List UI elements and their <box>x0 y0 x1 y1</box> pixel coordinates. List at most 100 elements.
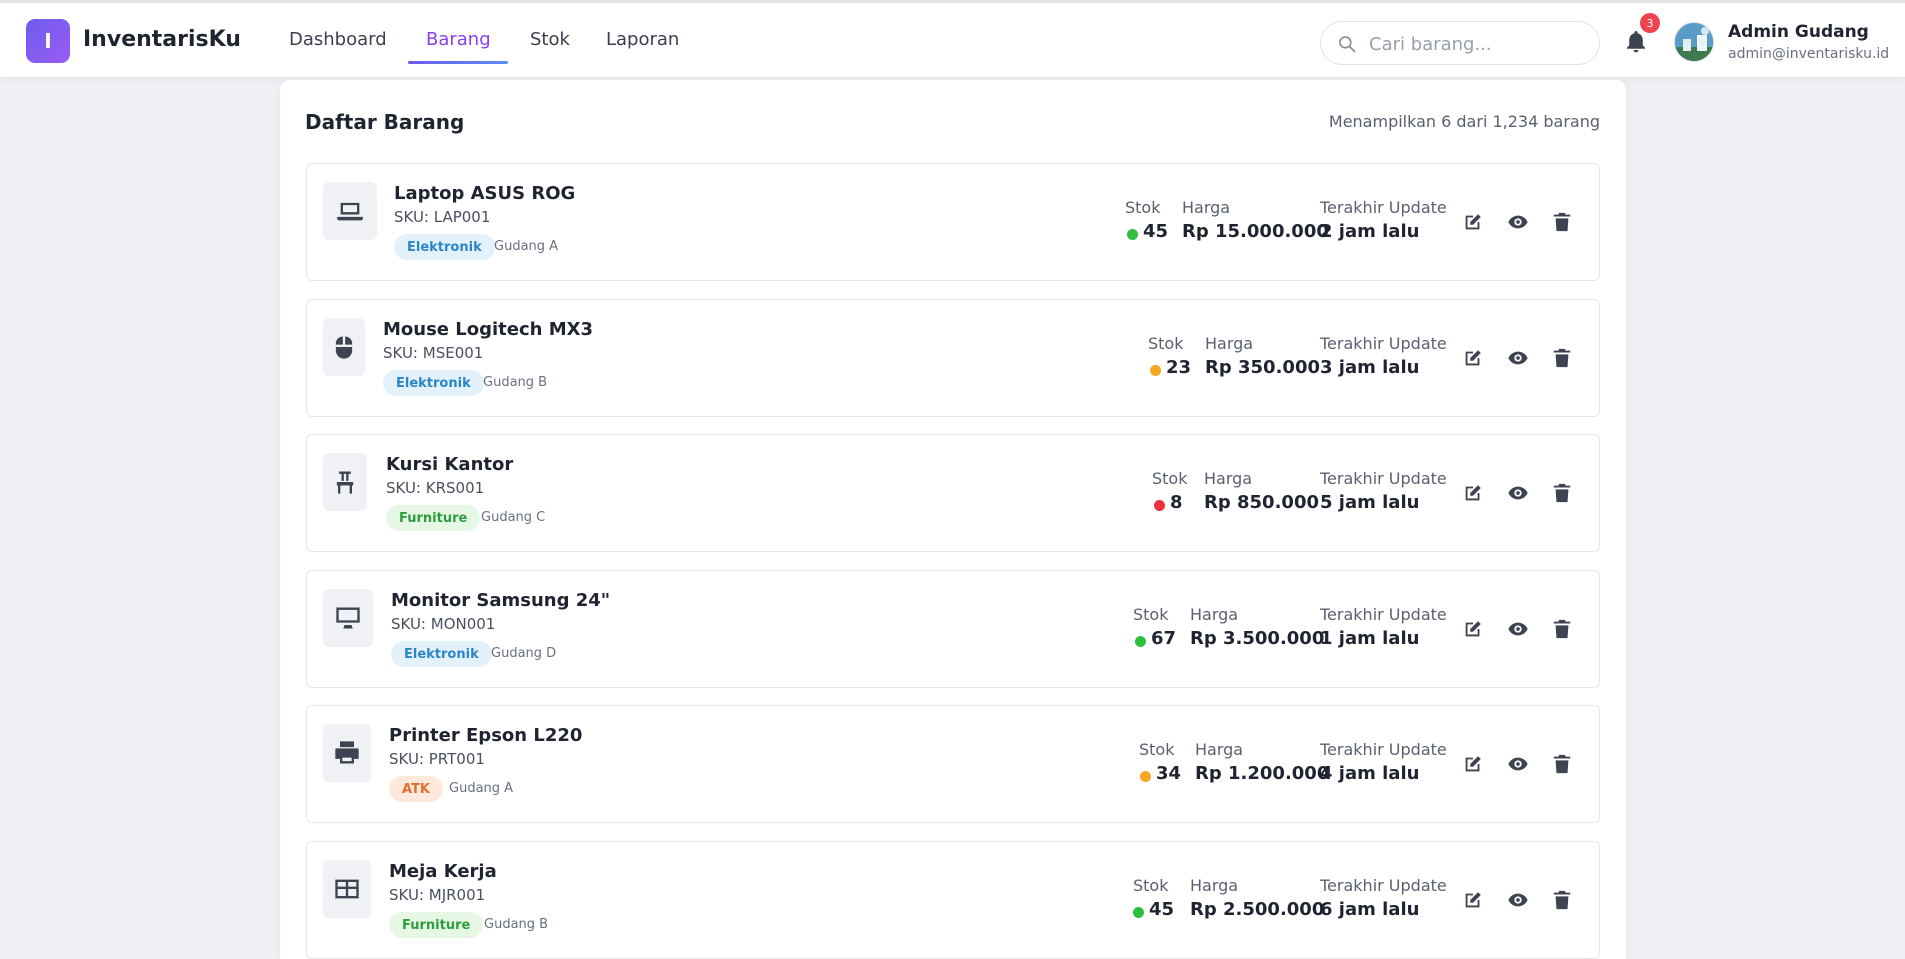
eye-icon <box>1508 622 1528 636</box>
bell-icon[interactable] <box>1624 29 1648 55</box>
edit-button[interactable] <box>1462 211 1484 233</box>
list-item[interactable]: Laptop ASUS ROG SKU: LAP001 Elektronik G… <box>306 163 1600 281</box>
price-label: Harga <box>1204 469 1253 488</box>
list-item[interactable]: Printer Epson L220 SKU: PRT001 ATK Gudan… <box>306 705 1600 823</box>
search-box[interactable] <box>1320 21 1600 65</box>
item-name[interactable]: Printer Epson L220 <box>389 725 582 746</box>
edit-button[interactable] <box>1462 753 1484 775</box>
stock-status-dot <box>1127 229 1138 240</box>
app-brand-name[interactable]: InventarisKu <box>83 27 241 52</box>
delete-button[interactable] <box>1551 889 1573 911</box>
trash-icon <box>1553 890 1571 910</box>
item-list-panel: Daftar Barang Menampilkan 6 dari 1,234 b… <box>280 80 1626 959</box>
updated-label: Terakhir Update <box>1320 334 1447 353</box>
warehouse-label: Gudang A <box>494 239 559 254</box>
edit-icon <box>1465 350 1481 366</box>
eye-icon <box>1508 486 1528 500</box>
chair-icon <box>336 471 354 494</box>
category-badge: Elektronik <box>394 234 495 260</box>
top-navbar: I InventarisKu Dashboard Barang Stok Lap… <box>0 0 1905 78</box>
updated-label: Terakhir Update <box>1320 605 1447 624</box>
item-sku: SKU: KRS001 <box>386 479 485 497</box>
delete-button[interactable] <box>1551 753 1573 775</box>
warehouse-label: Gudang A <box>449 781 514 796</box>
trash-icon <box>1553 619 1571 639</box>
price-value: Rp 850.000 <box>1204 492 1319 513</box>
nav-tab-dashboard[interactable]: Dashboard <box>289 29 387 50</box>
list-item[interactable]: Kursi Kantor SKU: KRS001 Furniture Gudan… <box>306 434 1600 552</box>
category-badge: Furniture <box>389 912 484 938</box>
item-sku: SKU: LAP001 <box>394 208 491 226</box>
category-badge: Elektronik <box>383 370 484 396</box>
updated-value: 3 jam lalu <box>1320 357 1420 378</box>
price-value: Rp 1.200.000 <box>1195 763 1330 784</box>
updated-value: 1 jam lalu <box>1320 628 1420 649</box>
stock-label: Stok <box>1133 876 1169 895</box>
stock-value: 45 <box>1149 899 1175 920</box>
stock-label: Stok <box>1152 469 1188 488</box>
price-value: Rp 3.500.000 <box>1190 628 1325 649</box>
item-icon-box <box>323 589 373 647</box>
view-button[interactable] <box>1507 753 1529 775</box>
item-name[interactable]: Mouse Logitech MX3 <box>383 319 593 340</box>
warehouse-label: Gudang B <box>484 917 549 932</box>
user-name[interactable]: Admin Gudang <box>1728 22 1869 42</box>
nav-tab-laporan[interactable]: Laporan <box>606 29 679 50</box>
updated-label: Terakhir Update <box>1320 740 1447 759</box>
warehouse-label: Gudang C <box>481 510 546 525</box>
app-logo[interactable]: I <box>26 19 70 63</box>
warehouse-label: Gudang B <box>483 375 548 390</box>
logo-letter: I <box>44 29 52 53</box>
list-item[interactable]: Monitor Samsung 24" SKU: MON001 Elektron… <box>306 570 1600 688</box>
category-badge: Elektronik <box>391 641 492 667</box>
trash-icon <box>1553 212 1571 232</box>
view-button[interactable] <box>1507 482 1529 504</box>
nav-tab-stok[interactable]: Stok <box>530 29 570 50</box>
updated-label: Terakhir Update <box>1320 469 1447 488</box>
price-label: Harga <box>1205 334 1254 353</box>
eye-icon <box>1508 893 1528 907</box>
stock-label: Stok <box>1133 605 1169 624</box>
active-tab-indicator <box>408 61 508 64</box>
notification-badge[interactable]: 3 <box>1640 13 1660 33</box>
list-item[interactable]: Mouse Logitech MX3 SKU: MSE001 Elektroni… <box>306 299 1600 417</box>
trash-icon <box>1553 754 1571 774</box>
edit-button[interactable] <box>1462 618 1484 640</box>
result-count: Menampilkan 6 dari 1,234 barang <box>1328 112 1600 131</box>
list-item[interactable]: Meja Kerja SKU: MJR001 Furniture Gudang … <box>306 841 1600 959</box>
price-value: Rp 15.000.000 <box>1182 221 1329 242</box>
item-icon-box <box>323 182 377 240</box>
item-sku: SKU: MON001 <box>391 615 496 633</box>
edit-button[interactable] <box>1462 347 1484 369</box>
updated-value: 4 jam lalu <box>1320 763 1420 784</box>
item-name[interactable]: Laptop ASUS ROG <box>394 183 575 204</box>
avatar[interactable] <box>1674 22 1714 62</box>
nav-tab-barang[interactable]: Barang <box>426 29 491 50</box>
page-title: Daftar Barang <box>305 110 465 134</box>
view-button[interactable] <box>1507 618 1529 640</box>
view-button[interactable] <box>1507 211 1529 233</box>
edit-icon <box>1465 214 1481 230</box>
monitor-icon <box>336 607 360 629</box>
printer-icon <box>335 741 359 764</box>
delete-button[interactable] <box>1551 482 1573 504</box>
mouse-icon <box>335 336 353 359</box>
stock-value: 45 <box>1143 221 1169 242</box>
item-name[interactable]: Kursi Kantor <box>386 454 513 475</box>
edit-button[interactable] <box>1462 889 1484 911</box>
updated-value: 5 jam lalu <box>1320 492 1420 513</box>
stock-label: Stok <box>1148 334 1184 353</box>
view-button[interactable] <box>1507 347 1529 369</box>
delete-button[interactable] <box>1551 211 1573 233</box>
delete-button[interactable] <box>1551 347 1573 369</box>
stock-status-dot <box>1133 907 1144 918</box>
delete-button[interactable] <box>1551 618 1573 640</box>
view-button[interactable] <box>1507 889 1529 911</box>
stock-label: Stok <box>1125 198 1161 217</box>
item-name[interactable]: Monitor Samsung 24" <box>391 590 610 611</box>
trash-icon <box>1553 348 1571 368</box>
search-input[interactable] <box>1369 30 1589 58</box>
item-name[interactable]: Meja Kerja <box>389 861 497 882</box>
edit-button[interactable] <box>1462 482 1484 504</box>
edit-icon <box>1465 485 1481 501</box>
